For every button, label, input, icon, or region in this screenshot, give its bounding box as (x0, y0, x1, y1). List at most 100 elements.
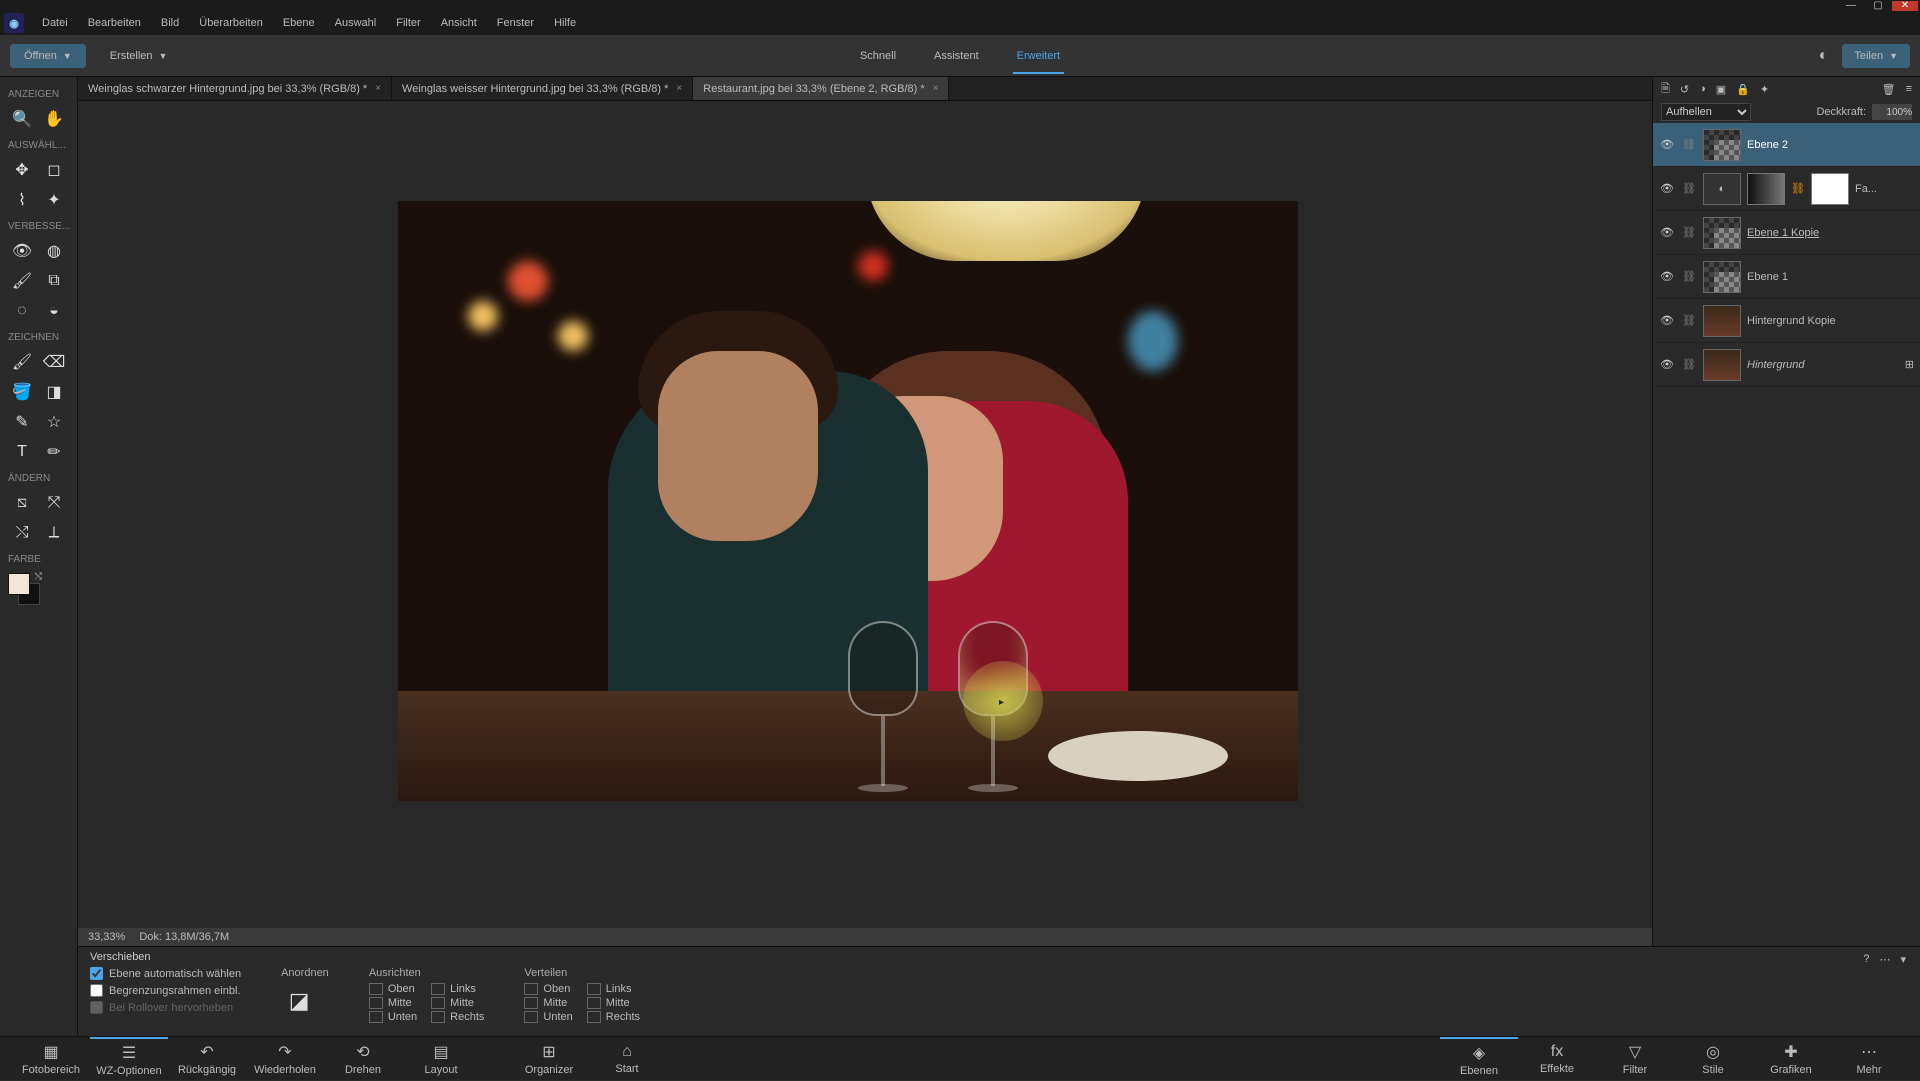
document-tab[interactable]: Restaurant.jpg bei 33,3% (Ebene 2, RGB/8… (693, 77, 949, 100)
layer-row[interactable]: 👁 ⛓ Ebene 2 (1653, 123, 1920, 167)
layer-name[interactable]: Ebene 1 (1747, 271, 1914, 283)
lock-icon[interactable]: 🔒 (1736, 83, 1750, 96)
lock-icon[interactable]: ⊞ (1905, 358, 1914, 371)
delete-layer-icon[interactable]: 🗑 (1882, 83, 1896, 96)
create-button[interactable]: Erstellen▼ (96, 44, 182, 68)
close-tab-icon[interactable]: × (375, 83, 381, 94)
layer-thumb[interactable] (1703, 261, 1741, 293)
dist-left[interactable]: Links (587, 983, 640, 995)
layer-name[interactable]: Hintergrund Kopie (1747, 315, 1914, 327)
tb-mehr[interactable]: ⋯Mehr (1830, 1037, 1908, 1081)
document-tab[interactable]: Weinglas weisser Hintergrund.jpg bei 33,… (392, 77, 693, 100)
sponge-tool-icon[interactable]: ◒ (38, 296, 70, 326)
dist-middle[interactable]: Mitte (524, 997, 572, 1009)
tb-effekte[interactable]: fxEffekte (1518, 1037, 1596, 1081)
align-left[interactable]: Links (431, 983, 484, 995)
mode-assistent[interactable]: Assistent (930, 50, 983, 62)
lasso-tool-icon[interactable]: ⌇ (6, 185, 38, 215)
layer-thumb[interactable] (1703, 217, 1741, 249)
layer-thumb[interactable] (1703, 129, 1741, 161)
layer-thumb[interactable] (1703, 305, 1741, 337)
layer-fx-icon[interactable]: ◑ (1699, 83, 1706, 95)
close-tab-icon[interactable]: × (933, 83, 939, 94)
spot-tool-icon[interactable]: ◍ (38, 236, 70, 266)
crop-tool-icon[interactable]: ⧅ (6, 488, 38, 518)
tb-grafiken[interactable]: ✚Grafiken (1752, 1037, 1830, 1081)
visibility-icon[interactable]: 👁 (1659, 270, 1675, 283)
layer-row[interactable]: 👁 ⛓ Hintergrund ⊞ (1653, 343, 1920, 387)
auto-select-checkbox[interactable]: Ebene automatisch wählen (90, 967, 241, 980)
straighten-tool-icon[interactable]: ⟂ (38, 518, 70, 548)
visibility-icon[interactable]: 👁 (1659, 138, 1675, 151)
collapse-icon[interactable]: ▾ (1900, 953, 1906, 966)
pencil-tool-icon[interactable]: ✏ (38, 437, 70, 467)
mask-icon[interactable]: ▣ (1716, 83, 1726, 96)
link-icon[interactable]: ⛓ (1681, 182, 1697, 195)
menu-auswahl[interactable]: Auswahl (325, 11, 387, 35)
window-minimize[interactable]: — (1838, 1, 1864, 11)
canvas[interactable] (398, 201, 1298, 801)
help-icon[interactable]: ? (1863, 953, 1869, 966)
visibility-icon[interactable]: 👁 (1659, 358, 1675, 371)
align-right[interactable]: Rechts (431, 1011, 484, 1023)
swap-colors-icon[interactable]: ⤭ (35, 571, 42, 582)
content-tool-icon[interactable]: ⤭ (6, 518, 38, 548)
tb-fotobereich[interactable]: ▦Fotobereich (12, 1037, 90, 1081)
layer-name[interactable]: Fa... (1855, 183, 1914, 195)
layer-row[interactable]: 👁 ⛓ Ebene 1 Kopie (1653, 211, 1920, 255)
layer-mask[interactable] (1747, 173, 1785, 205)
dist-center[interactable]: Mitte (587, 997, 640, 1009)
tb-stile[interactable]: ◎Stile (1674, 1037, 1752, 1081)
shape-tool-icon[interactable]: ☆ (38, 407, 70, 437)
tb-redo[interactable]: ↷Wiederholen (246, 1037, 324, 1081)
new-layer-icon[interactable]: 🗎 (1661, 80, 1670, 99)
link-icon[interactable]: ⛓ (1681, 138, 1697, 151)
layer-name[interactable]: Ebene 2 (1747, 139, 1914, 151)
foreground-color[interactable] (8, 573, 30, 595)
move-tool-icon[interactable]: ✥ (6, 155, 38, 185)
eraser-tool-icon[interactable]: ⌫ (38, 347, 70, 377)
zoom-tool-icon[interactable]: 🔍 (6, 104, 38, 134)
zoom-level[interactable]: 33,33% (88, 931, 125, 943)
adjust-icon[interactable]: ✦ (1760, 83, 1769, 96)
menu-ebene[interactable]: Ebene (273, 11, 325, 35)
link-icon[interactable]: ⛓ (1681, 358, 1697, 371)
arrange-icon[interactable]: ◪ (281, 983, 317, 1019)
canvas-viewport[interactable] (78, 101, 1652, 926)
mode-erweitert[interactable]: Erweitert (1013, 50, 1064, 74)
menu-filter[interactable]: Filter (386, 11, 430, 35)
menu-bild[interactable]: Bild (151, 11, 189, 35)
history-icon[interactable]: ↺ (1680, 83, 1689, 96)
clone-tool-icon[interactable]: ⧉ (38, 266, 70, 296)
menu-ueberarbeiten[interactable]: Überarbeiten (189, 11, 273, 35)
tb-rotate[interactable]: ⟲Drehen (324, 1037, 402, 1081)
type-tool-icon[interactable]: T (6, 437, 38, 467)
recompose-tool-icon[interactable]: ⤧ (38, 488, 70, 518)
close-tab-icon[interactable]: × (676, 83, 682, 94)
tb-ebenen[interactable]: ◈Ebenen (1440, 1037, 1518, 1081)
adjusment-icon[interactable]: ◐ (1703, 173, 1741, 205)
theme-toggle-icon[interactable]: ◐ (1819, 47, 1829, 65)
tb-undo[interactable]: ↶Rückgängig (168, 1037, 246, 1081)
bounding-box-checkbox[interactable]: Begrenzungsrahmen einbl. (90, 984, 241, 997)
share-button[interactable]: Teilen▼ (1842, 44, 1910, 68)
menu-bearbeiten[interactable]: Bearbeiten (78, 11, 151, 35)
visibility-icon[interactable]: 👁 (1659, 226, 1675, 239)
tb-wz-optionen[interactable]: ☰WZ-Optionen (90, 1037, 168, 1081)
window-close[interactable]: ✕ (1892, 1, 1918, 11)
layer-name[interactable]: Ebene 1 Kopie (1747, 227, 1914, 239)
visibility-icon[interactable]: 👁 (1659, 182, 1675, 195)
hand-tool-icon[interactable]: ✋ (38, 104, 70, 134)
layer-name[interactable]: Hintergrund (1747, 359, 1899, 371)
redeye-tool-icon[interactable]: 👁 (6, 236, 38, 266)
visibility-icon[interactable]: 👁 (1659, 314, 1675, 327)
blend-mode-select[interactable]: Aufhellen (1661, 103, 1751, 121)
align-middle[interactable]: Mitte (369, 997, 417, 1009)
dist-right[interactable]: Rechts (587, 1011, 640, 1023)
align-top[interactable]: Oben (369, 983, 417, 995)
picker-tool-icon[interactable]: ✎ (6, 407, 38, 437)
panel-menu-icon[interactable]: ⋯ (1879, 953, 1890, 966)
blur-tool-icon[interactable]: ◌ (6, 296, 38, 326)
open-button[interactable]: Öffnen▼ (10, 44, 86, 68)
color-swatches[interactable]: ⤭ (8, 573, 40, 605)
